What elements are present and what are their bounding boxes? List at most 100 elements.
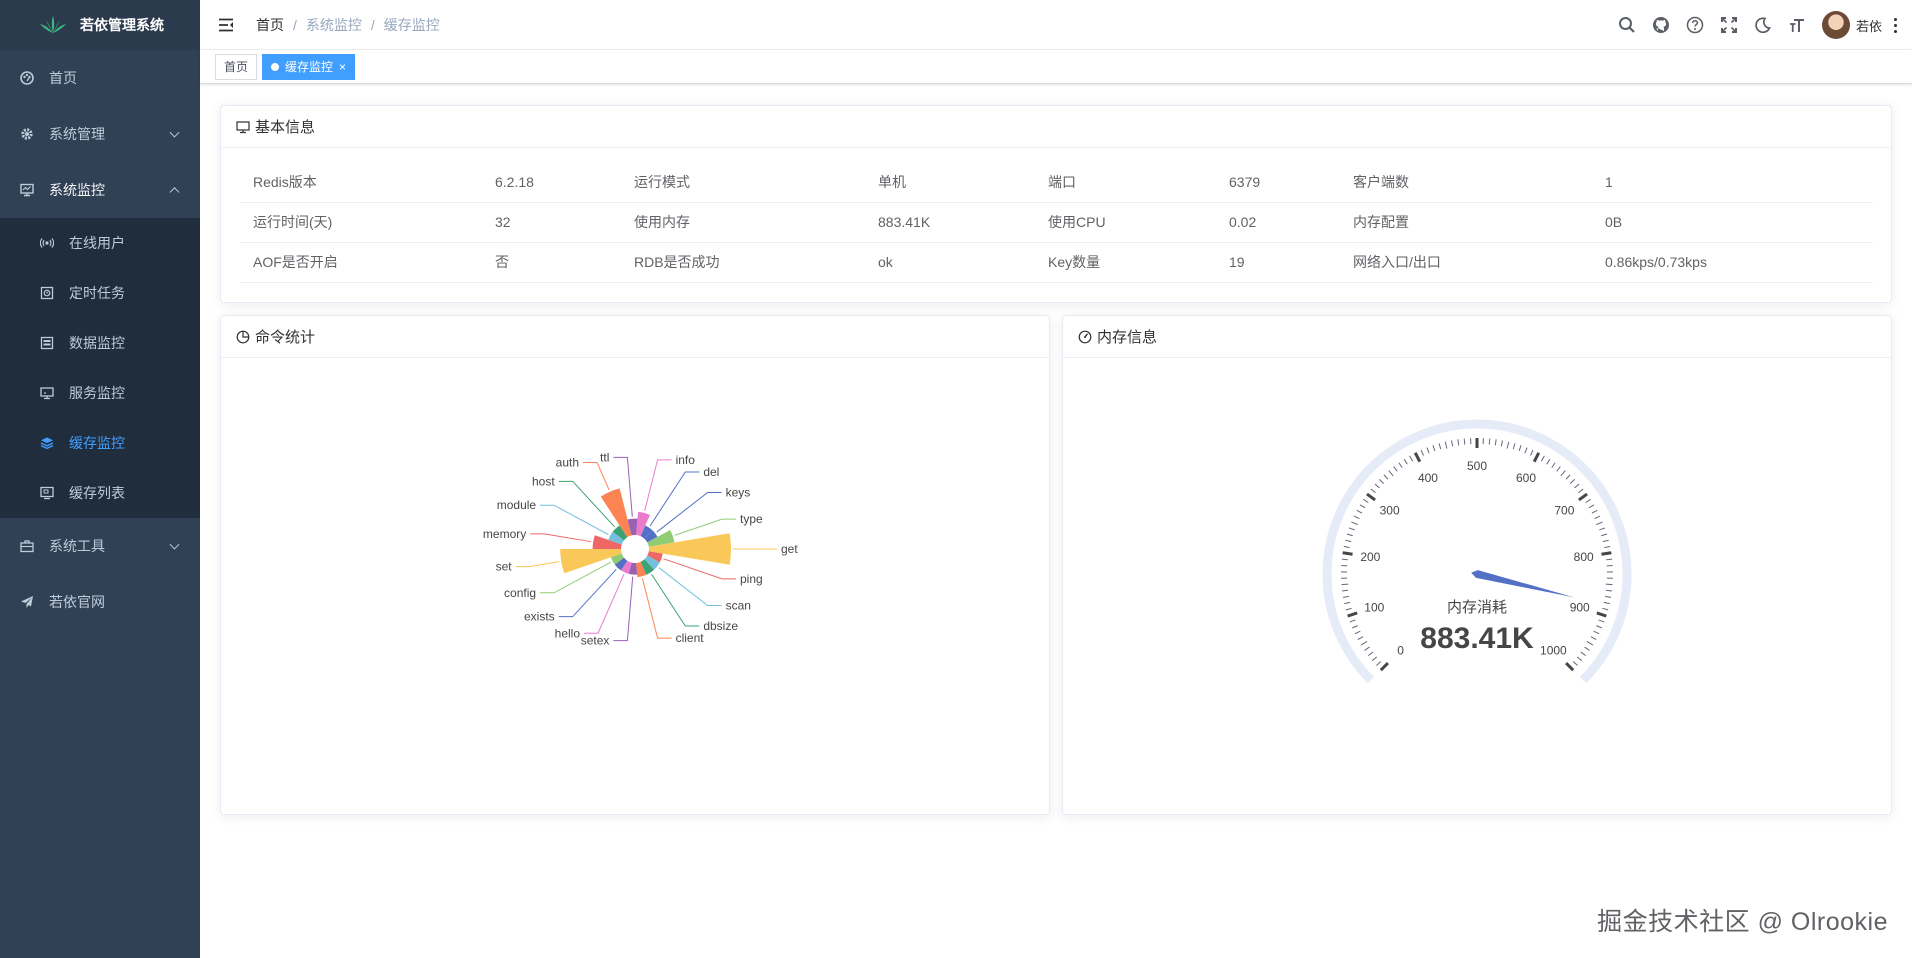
gauge-icon	[1078, 330, 1092, 344]
more-icon[interactable]	[1888, 17, 1902, 33]
gauge-minor-tick	[1344, 601, 1351, 605]
gauge-minor-tick	[1546, 458, 1551, 465]
gauge-major-tick	[1413, 452, 1422, 463]
gauge-minor-tick	[1551, 462, 1556, 468]
gauge-major-tick	[1601, 551, 1612, 556]
gauge-minor-tick	[1518, 445, 1522, 452]
gauge-minor-tick	[1343, 545, 1350, 549]
sidebar-item-guide[interactable]: 若依官网	[0, 574, 200, 630]
sidebar-item-label: 首页	[49, 70, 77, 86]
sidebar-item-druid[interactable]: 数据监控	[0, 318, 200, 368]
help-icon[interactable]	[1678, 0, 1712, 50]
table-row: Redis版本 6.2.18 运行模式 单机 端口 6379 客户端数 1	[241, 162, 1873, 203]
avatar[interactable]	[1821, 11, 1850, 39]
rose-leader-line	[583, 461, 610, 491]
guide-icon	[20, 595, 34, 609]
gauge-minor-tick	[1345, 607, 1352, 611]
gauge-minor-tick	[1604, 595, 1612, 598]
gauge-major-tick	[1379, 662, 1389, 672]
gauge-tick-label: 600	[1516, 471, 1536, 485]
logo[interactable]: 若依管理系统	[0, 0, 200, 50]
sidebar-item-label: 在线用户	[69, 235, 125, 251]
sidebar-item-label: 系统工具	[49, 538, 105, 554]
tags-view: 首页 缓存监控 ×	[200, 50, 1912, 84]
tag-cache-monitor[interactable]: 缓存监控 ×	[262, 53, 356, 80]
breadcrumb-item[interactable]: 首页	[256, 15, 284, 35]
right-menu: 若依	[1610, 0, 1912, 50]
rose-label: setex	[581, 634, 610, 648]
gauge-minor-tick	[1451, 440, 1454, 447]
info-label: 网络入口/出口	[1341, 242, 1593, 283]
rose-label: type	[740, 512, 763, 526]
sidebar-item-home[interactable]: 首页	[0, 50, 200, 106]
sidebar-item-online[interactable]: 在线用户	[0, 218, 200, 268]
druid-icon	[40, 336, 54, 350]
gauge-tick-label: 0	[1397, 643, 1404, 657]
rose-label: exists	[524, 610, 555, 624]
memory-info-card: 内存信息 0 100 200 300 400 500 600 700 800 900 1000 内存消…	[1062, 315, 1892, 815]
gauge-title: 内存消耗	[1447, 599, 1507, 616]
gauge-minor-tick	[1488, 438, 1491, 445]
gauge-minor-tick	[1359, 504, 1366, 509]
info-value: ok	[866, 242, 1036, 283]
sidebar-item-label: 缓存列表	[69, 485, 125, 501]
rose-leader-line	[656, 491, 722, 533]
submenu-monitor: 在线用户 定时任务 数据监控 服务监控 缓存监控 缓存列表	[0, 218, 200, 518]
user-menu[interactable]: 若依	[1821, 11, 1882, 39]
rose-label: del	[703, 465, 719, 479]
monitor-icon	[236, 120, 250, 134]
fullscreen-icon[interactable]	[1712, 0, 1746, 50]
username: 若依	[1855, 18, 1882, 34]
rose-label: memory	[483, 527, 526, 541]
gauge-minor-tick	[1598, 619, 1605, 623]
rose-label: config	[504, 586, 536, 600]
sidebar-item-job[interactable]: 定时任务	[0, 268, 200, 318]
sidebar: 若依管理系统 首页 系统管理 系统监控 在线用户 定时任务 数据监控 服务监控 …	[0, 0, 200, 958]
gauge-minor-tick	[1353, 515, 1360, 520]
redis-list-icon	[40, 486, 54, 500]
tag-label: 首页	[224, 59, 249, 74]
info-label: RDB是否成功	[622, 242, 866, 283]
sidebar-item-monitor[interactable]: 系统监控	[0, 162, 200, 218]
sidebar-item-cache[interactable]: 缓存监控	[0, 418, 200, 468]
github-icon[interactable]	[1644, 0, 1678, 50]
gauge-major-tick	[1532, 452, 1541, 463]
info-value: 6.2.18	[483, 162, 622, 203]
rose-leader-line	[515, 561, 560, 568]
gauge-minor-tick	[1374, 483, 1380, 489]
card-header: 命令统计	[221, 316, 1049, 358]
search-icon[interactable]	[1610, 0, 1644, 50]
gauge-minor-tick	[1578, 488, 1584, 494]
navbar: 首页 / 系统监控 / 缓存监控 若依	[200, 0, 1912, 50]
gauge-value: 883.41K	[1420, 622, 1534, 655]
rose-leader-line	[674, 518, 737, 536]
gauge-minor-tick	[1570, 478, 1576, 484]
dashboard-icon	[20, 71, 34, 85]
moon-icon[interactable]	[1746, 0, 1780, 50]
hamburger-icon[interactable]	[218, 17, 234, 33]
gauge-minor-tick	[1357, 636, 1364, 640]
tag-home[interactable]: 首页	[215, 53, 258, 80]
sidebar-item-tool[interactable]: 系统工具	[0, 518, 200, 574]
rose-label: scan	[726, 599, 751, 613]
gauge-minor-tick	[1601, 533, 1608, 537]
info-value: 6379	[1217, 162, 1341, 203]
gauge-minor-tick	[1565, 474, 1571, 480]
gauge-tick-label: 700	[1554, 504, 1574, 518]
close-icon[interactable]: ×	[339, 55, 346, 79]
info-label: 运行模式	[622, 162, 866, 203]
rose-leader-line	[558, 568, 617, 618]
sidebar-item-cache-list[interactable]: 缓存列表	[0, 468, 200, 518]
gauge-minor-tick	[1371, 656, 1378, 662]
font-size-icon[interactable]	[1780, 0, 1814, 50]
sidebar-item-system[interactable]: 系统管理	[0, 106, 200, 162]
app-title: 若依管理系统	[80, 17, 164, 33]
gauge-minor-tick	[1603, 601, 1610, 605]
info-label: Redis版本	[241, 162, 483, 203]
breadcrumb-separator: /	[370, 16, 375, 33]
gauge-pointer	[1471, 570, 1575, 598]
gauge-minor-tick	[1354, 630, 1361, 635]
chevron-down-icon	[169, 127, 180, 138]
sidebar-item-server[interactable]: 服务监控	[0, 368, 200, 418]
command-stats-card: 命令统计 get ping scan dbsize client setex hello ex…	[220, 315, 1050, 815]
